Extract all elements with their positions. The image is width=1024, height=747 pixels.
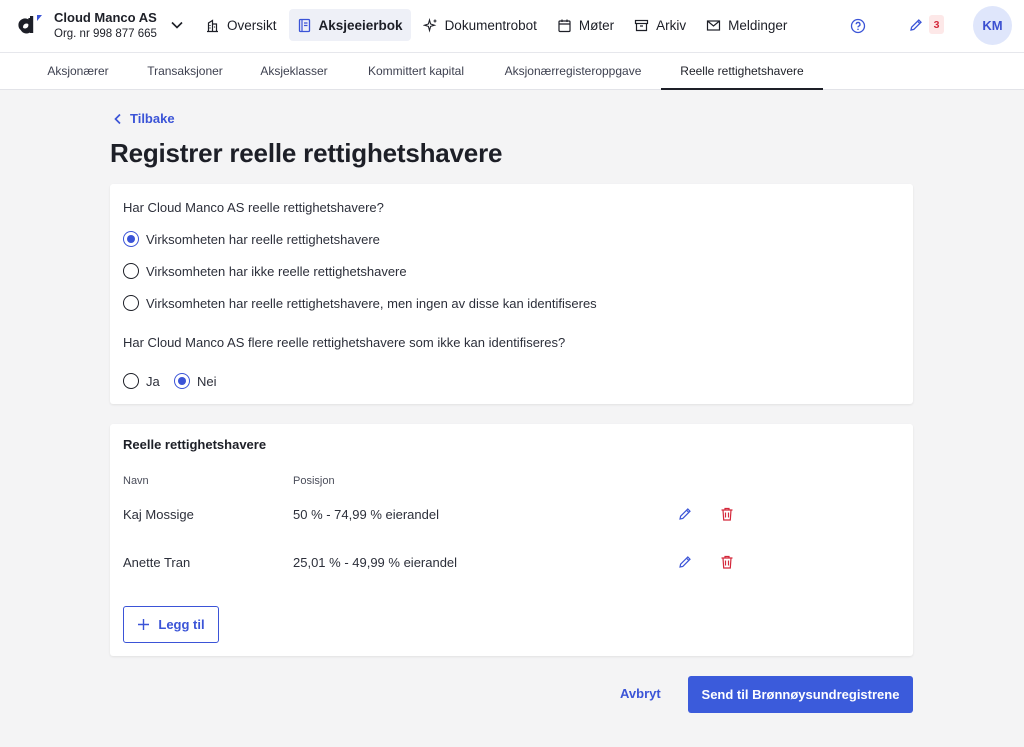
owners-card: Reelle rettighetshavere Navn Posisjon Ka… [110,424,913,656]
owner-position: 25,01 % - 49,99 % eierandel [293,555,458,570]
add-owner-label: Legg til [158,617,205,632]
main-nav: Oversikt Aksjeeierbok Dokumentrobot Møte… [197,9,799,41]
tab-reelle-rettighetshavere[interactable]: Reelle rettighetshavere [661,53,823,90]
nav-label: Dokumentrobot [444,17,537,33]
owner-name: Kaj Mossige [123,507,194,522]
add-owner-button[interactable]: Legg til [123,606,219,643]
trash-icon[interactable] [719,506,735,522]
nav-item-moter[interactable]: Møter [549,9,622,41]
logo-icon[interactable] [18,12,44,38]
radio-button[interactable] [123,295,139,311]
nav-label: Meldinger [728,17,788,33]
radio-label: Ja [146,373,160,389]
nav-item-arkiv[interactable]: Arkiv [626,9,694,41]
submit-button[interactable]: Send til Brønnøysundregistrene [688,676,913,713]
company-selector[interactable]: Cloud Manco AS Org. nr 998 877 665 [54,10,157,40]
radio-label: Virksomheten har reelle rettighetshavere… [146,295,597,311]
trash-icon[interactable] [719,554,735,570]
radio-nei[interactable]: Nei [174,373,217,389]
nav-label: Aksjeeierbok [318,17,403,33]
signature-pen-icon[interactable] [908,17,924,33]
top-bar: Cloud Manco AS Org. nr 998 877 665 Overs… [0,0,1024,52]
tab-transaksjoner[interactable]: Transaksjoner [135,53,235,90]
cancel-button[interactable]: Avbryt [620,686,661,701]
radio-no-owners[interactable]: Virksomheten har ikke reelle rettighetsh… [123,263,407,279]
archive-icon [635,19,649,31]
sparkle-icon [422,17,437,33]
owner-position: 50 % - 74,99 % eierandel [293,507,439,522]
notification-badge[interactable]: 3 [929,15,944,34]
chevron-down-icon[interactable] [170,18,184,32]
question-more-owners: Har Cloud Manco AS flere reelle rettighe… [123,335,566,350]
company-name: Cloud Manco AS [54,10,157,25]
owners-title: Reelle rettighetshavere [123,437,267,452]
back-label: Tilbake [130,111,175,126]
tab-aksjeklasser[interactable]: Aksjeklasser [248,53,340,90]
nav-item-oversikt[interactable]: Oversikt [197,9,285,41]
radio-owners-unidentified[interactable]: Virksomheten har reelle rettighetshavere… [123,295,597,311]
radio-ja[interactable]: Ja [123,373,160,389]
nav-label: Oversikt [227,17,277,33]
radio-has-owners[interactable]: Virksomheten har reelle rettighetshavere [123,231,380,247]
nav-item-aksjeeierbok[interactable]: Aksjeeierbok [288,9,411,41]
nav-item-dokumentrobot[interactable]: Dokumentrobot [415,9,545,41]
radio-button[interactable] [123,263,139,279]
plus-icon [138,619,150,630]
owner-name: Anette Tran [123,555,191,570]
tab-aksjonaerregisteroppgave[interactable]: Aksjonærregisteroppgave [494,53,652,90]
radio-button[interactable] [123,373,139,389]
sub-nav: Aksjonærer Transaksjoner Aksjeklasser Ko… [0,52,1024,90]
column-header-name: Navn [123,475,149,487]
back-link[interactable]: Tilbake [112,111,175,126]
radio-button[interactable] [123,231,139,247]
tab-kommittert-kapital[interactable]: Kommittert kapital [355,53,477,90]
question-has-owners: Har Cloud Manco AS reelle rettighetshave… [123,200,384,215]
nav-label: Møter [578,17,615,33]
page-title: Registrer reelle rettighetshavere [110,138,503,168]
book-icon [298,18,310,32]
mail-icon [707,19,721,31]
avatar[interactable]: KM [973,6,1012,45]
radio-button[interactable] [174,373,190,389]
edit-icon[interactable] [677,506,693,522]
org-number: Org. nr 998 877 665 [54,28,157,40]
radio-label: Virksomheten har reelle rettighetshavere [146,231,380,247]
tab-aksjonaerer[interactable]: Aksjonærer [30,53,126,90]
chevron-left-icon [114,113,121,124]
nav-item-meldinger[interactable]: Meldinger [698,9,795,41]
question-card: Har Cloud Manco AS reelle rettighetshave… [110,184,913,404]
edit-icon[interactable] [677,554,693,570]
help-icon[interactable] [850,18,866,34]
calendar-icon [558,19,571,32]
column-header-position: Posisjon [293,475,335,487]
building-icon [207,18,218,32]
radio-label: Virksomheten har ikke reelle rettighetsh… [146,263,407,279]
radio-label: Nei [197,373,217,389]
nav-label: Arkiv [656,17,687,33]
